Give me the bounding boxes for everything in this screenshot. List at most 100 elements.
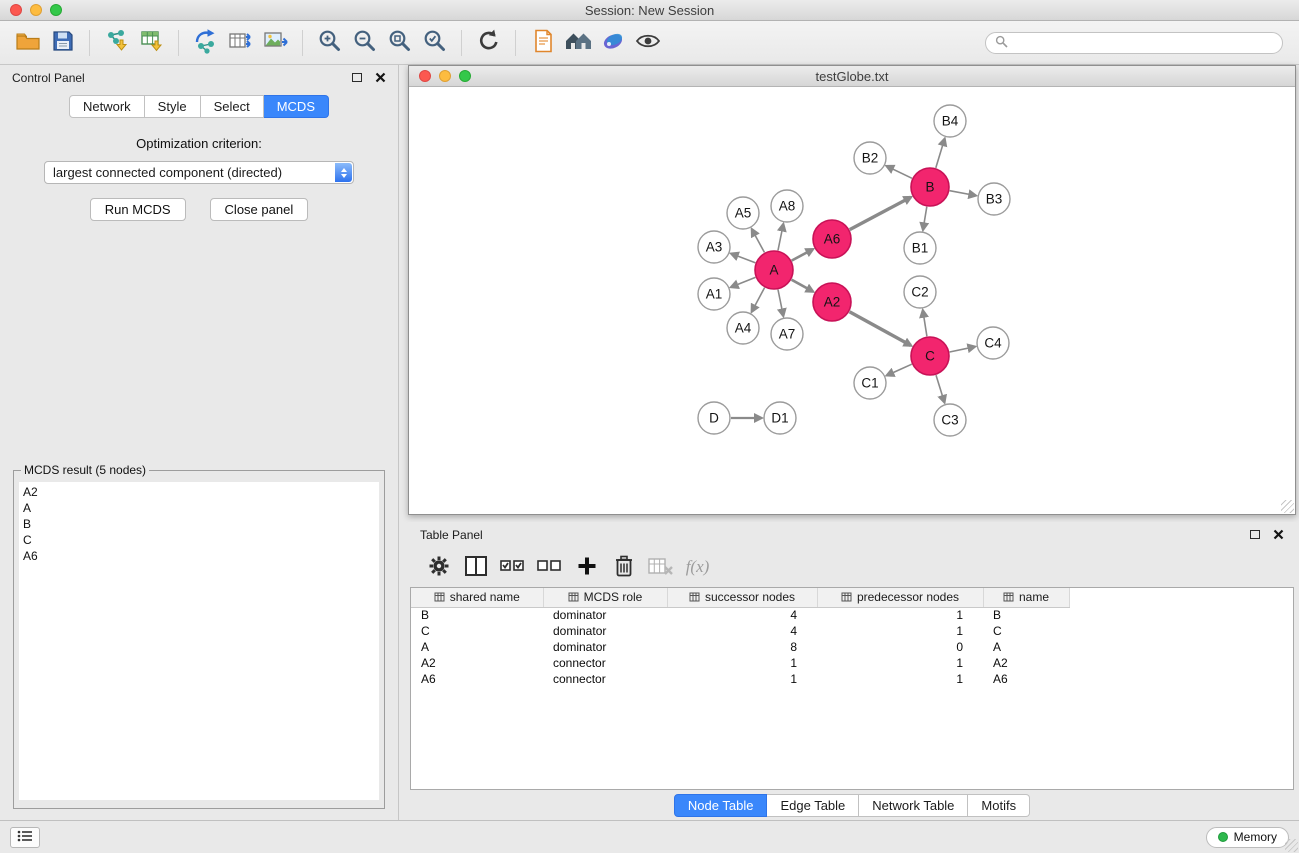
- network-edge-B-B4[interactable]: [936, 139, 945, 168]
- network-edge-A-A8[interactable]: [778, 225, 783, 251]
- function-builder-button[interactable]: f(x): [679, 550, 716, 584]
- minimize-window-button[interactable]: [30, 4, 42, 16]
- network-edge-A-A5[interactable]: [752, 230, 764, 253]
- mcds-result-item[interactable]: A6: [23, 548, 375, 564]
- network-edge-A-A6[interactable]: [792, 249, 813, 260]
- close-table-panel-icon[interactable]: [1273, 529, 1284, 540]
- import-table-button[interactable]: [134, 26, 169, 60]
- network-node-C3[interactable]: C3: [934, 404, 966, 436]
- new-network-button[interactable]: [188, 26, 223, 60]
- network-node-A[interactable]: A: [755, 251, 793, 289]
- tab-network[interactable]: Network: [69, 95, 145, 118]
- table-row[interactable]: A6connector11A6: [411, 671, 1293, 687]
- table-cell[interactable]: A2: [983, 655, 1069, 671]
- network-edge-C-C2[interactable]: [923, 311, 927, 336]
- delete-column-button[interactable]: [605, 550, 642, 584]
- table-row[interactable]: Bdominator41B: [411, 607, 1293, 623]
- network-list-button[interactable]: [10, 827, 40, 848]
- network-zoom-button[interactable]: [459, 70, 471, 82]
- save-session-button[interactable]: [45, 26, 80, 60]
- network-node-C[interactable]: C: [911, 337, 949, 375]
- network-node-A1[interactable]: A1: [698, 278, 730, 310]
- network-view[interactable]: B4B2BB3A8A5A6A3B1AC2A1A2A4A7C4CC1C3DD1: [409, 87, 1295, 514]
- table-cell[interactable]: A: [411, 639, 543, 655]
- float-table-panel-icon[interactable]: [1250, 530, 1260, 539]
- settings-gear-button[interactable]: [420, 550, 457, 584]
- table-cell[interactable]: 8: [667, 639, 817, 655]
- network-node-D1[interactable]: D1: [764, 402, 796, 434]
- mcds-result-item[interactable]: C: [23, 532, 375, 548]
- network-node-B2[interactable]: B2: [854, 142, 886, 174]
- open-session-button[interactable]: [10, 26, 45, 60]
- export-image-button[interactable]: [258, 26, 293, 60]
- zoom-out-button[interactable]: [347, 26, 382, 60]
- resize-grip-icon[interactable]: [1281, 500, 1294, 513]
- tab-node-table[interactable]: Node Table: [674, 794, 768, 817]
- network-node-C2[interactable]: C2: [904, 276, 936, 308]
- column-header-name[interactable]: name: [983, 588, 1069, 607]
- table-cell[interactable]: C: [411, 623, 543, 639]
- tab-mcds[interactable]: MCDS: [264, 95, 329, 118]
- table-cell[interactable]: A: [983, 639, 1069, 655]
- network-node-A5[interactable]: A5: [727, 197, 759, 229]
- home-button[interactable]: [560, 26, 595, 60]
- network-edge-C-C1[interactable]: [887, 364, 912, 375]
- tab-style[interactable]: Style: [145, 95, 201, 118]
- tab-motifs[interactable]: Motifs: [968, 794, 1030, 817]
- close-window-button[interactable]: [10, 4, 22, 16]
- tab-select[interactable]: Select: [201, 95, 264, 118]
- table-cell[interactable]: dominator: [543, 607, 667, 623]
- network-edge-A2-C[interactable]: [850, 312, 911, 346]
- mcds-result-item[interactable]: B: [23, 516, 375, 532]
- network-edge-A-A1[interactable]: [732, 277, 756, 287]
- mcds-result-item[interactable]: A2: [23, 484, 375, 500]
- network-edge-C-C3[interactable]: [936, 375, 944, 402]
- network-node-A6[interactable]: A6: [813, 220, 851, 258]
- table-cell[interactable]: 1: [817, 671, 983, 687]
- memory-button[interactable]: Memory: [1206, 827, 1289, 848]
- network-edge-A-A2[interactable]: [792, 280, 813, 292]
- network-node-A8[interactable]: A8: [771, 190, 803, 222]
- refresh-button[interactable]: [471, 26, 506, 60]
- table-cell[interactable]: 4: [667, 623, 817, 639]
- network-node-D[interactable]: D: [698, 402, 730, 434]
- network-node-A4[interactable]: A4: [727, 312, 759, 344]
- network-node-A2[interactable]: A2: [813, 283, 851, 321]
- run-mcds-button[interactable]: Run MCDS: [90, 198, 186, 221]
- delete-table-button[interactable]: [642, 550, 679, 584]
- column-header-successor-nodes[interactable]: successor nodes: [667, 588, 817, 607]
- close-panel-button[interactable]: Close panel: [210, 198, 309, 221]
- table-cell[interactable]: connector: [543, 671, 667, 687]
- export-table-button[interactable]: [223, 26, 258, 60]
- network-node-A3[interactable]: A3: [698, 231, 730, 263]
- table-row[interactable]: Cdominator41C: [411, 623, 1293, 639]
- table-cell[interactable]: 1: [817, 655, 983, 671]
- network-graph[interactable]: B4B2BB3A8A5A6A3B1AC2A1A2A4A7C4CC1C3DD1: [409, 87, 1295, 514]
- zoom-selected-button[interactable]: [417, 26, 452, 60]
- column-header-MCDS-role[interactable]: MCDS role: [543, 588, 667, 607]
- network-minimize-button[interactable]: [439, 70, 451, 82]
- table-cell[interactable]: A6: [411, 671, 543, 687]
- open-document-button[interactable]: [525, 26, 560, 60]
- table-cell[interactable]: A6: [983, 671, 1069, 687]
- table-cell[interactable]: C: [983, 623, 1069, 639]
- table-cell[interactable]: 4: [667, 607, 817, 623]
- zoom-window-button[interactable]: [50, 4, 62, 16]
- network-node-B[interactable]: B: [911, 168, 949, 206]
- table-cell[interactable]: 0: [817, 639, 983, 655]
- network-edge-A6-B[interactable]: [850, 197, 911, 229]
- import-network-button[interactable]: [99, 26, 134, 60]
- table-cell[interactable]: dominator: [543, 639, 667, 655]
- network-edge-C-C4[interactable]: [950, 347, 975, 352]
- network-edge-A-A7[interactable]: [778, 290, 783, 316]
- style-button[interactable]: [595, 26, 630, 60]
- column-header-shared-name[interactable]: shared name: [411, 588, 543, 607]
- table-cell[interactable]: B: [983, 607, 1069, 623]
- network-node-C1[interactable]: C1: [854, 367, 886, 399]
- table-row[interactable]: Adominator80A: [411, 639, 1293, 655]
- show-columns-button[interactable]: [457, 550, 494, 584]
- select-all-button[interactable]: [494, 550, 531, 584]
- network-node-C4[interactable]: C4: [977, 327, 1009, 359]
- network-node-B4[interactable]: B4: [934, 105, 966, 137]
- add-column-button[interactable]: [568, 550, 605, 584]
